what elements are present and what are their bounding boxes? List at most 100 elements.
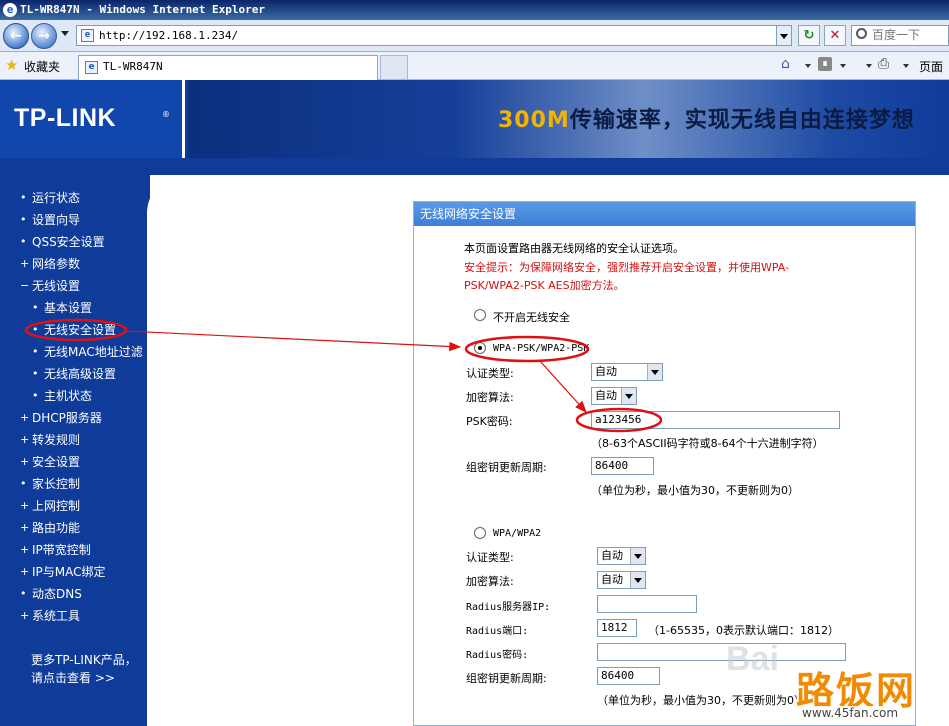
psk-renew-input[interactable]: 86400 <box>591 457 654 475</box>
sidebar-item-16[interactable]: + IP带宽控制 <box>20 539 143 561</box>
radio-no-security[interactable] <box>474 309 486 321</box>
psk-auth-type-select[interactable]: 自动 <box>591 363 663 381</box>
print-icon[interactable]: ⎙ <box>878 56 889 72</box>
bullet-icon: + <box>20 257 30 270</box>
rss-dropdown-icon[interactable] <box>840 64 846 68</box>
bullet-icon: • <box>20 235 27 248</box>
banner-slogan: 300M传输速率，实现无线自由连接梦想 <box>498 102 915 134</box>
bullet-icon: + <box>20 543 30 556</box>
sidebar-item-4[interactable]: − 无线设置 <box>20 275 143 297</box>
star-icon[interactable]: ★ <box>5 57 18 73</box>
sidebar-item-label: 转发规则 <box>32 433 81 447</box>
refresh-icon[interactable]: ↻ <box>798 25 820 46</box>
chevron-down-icon <box>647 364 662 380</box>
chevron-down-icon <box>630 548 645 564</box>
radius-port-input[interactable]: 1812 <box>597 619 637 637</box>
sidebar-item-2[interactable]: • QSS安全设置 <box>20 231 143 253</box>
home-dropdown-icon[interactable] <box>805 64 811 68</box>
slogan-area: 300M传输速率，实现无线自由连接梦想 <box>188 80 949 158</box>
radio-wpa-enterprise[interactable] <box>474 527 486 539</box>
bullet-icon: • <box>20 587 27 600</box>
sidebar-item-label: 网络参数 <box>32 257 81 271</box>
mail-dropdown-icon[interactable] <box>866 64 872 68</box>
psk-password-label: PSK密码: <box>466 415 513 428</box>
bullet-icon: • <box>20 213 27 226</box>
psk-encryption-label: 加密算法: <box>466 391 514 404</box>
radius-ip-input[interactable] <box>597 595 697 613</box>
more-products-line2: 请点击查看 >> <box>31 671 115 685</box>
sidebar-item-label: 无线设置 <box>32 279 81 293</box>
bullet-icon: − <box>20 279 30 292</box>
sidebar-item-9[interactable]: • 主机状态 <box>20 385 143 407</box>
sidebar-item-1[interactable]: • 设置向导 <box>20 209 143 231</box>
label-no-security: 不开启无线安全 <box>493 311 570 324</box>
search-icon <box>856 28 867 39</box>
wpa-renew-input[interactable]: 86400 <box>597 667 660 685</box>
radius-ip-label: Radius服务器IP: <box>466 602 551 613</box>
psk-encryption-select[interactable]: 自动 <box>591 387 637 405</box>
radius-password-input[interactable] <box>597 643 846 661</box>
bullet-icon: • <box>32 389 39 402</box>
sidebar-item-6[interactable]: • 无线安全设置 <box>20 319 143 341</box>
site-watermark-url: www.45fan.com <box>798 706 903 720</box>
sidebar-item-17[interactable]: + IP与MAC绑定 <box>20 561 143 583</box>
sidebar-item-label: QSS安全设置 <box>32 235 105 249</box>
sidebar-item-19[interactable]: + 系统工具 <box>20 605 143 627</box>
sidebar-item-label: IP带宽控制 <box>32 543 91 557</box>
psk-password-input[interactable]: a123456 <box>591 411 840 429</box>
bullet-icon: + <box>20 455 30 468</box>
sidebar-item-15[interactable]: + 路由功能 <box>20 517 143 539</box>
sidebar-item-14[interactable]: + 上网控制 <box>20 495 143 517</box>
radius-port-label: Radius端口: <box>466 626 529 637</box>
page-menu-button[interactable]: 页面 <box>919 58 943 75</box>
favorites-button[interactable]: 收藏夹 <box>24 58 60 75</box>
search-input[interactable]: 百度一下 <box>851 25 949 46</box>
forward-arrow-icon[interactable]: → <box>31 23 57 49</box>
wpa-auth-type-label: 认证类型: <box>466 551 514 564</box>
tp-link-logo: TP-LINK <box>14 104 117 132</box>
address-url: http://192.168.1.234/ <box>99 29 239 42</box>
site-watermark: 路饭网 www.45fan.com <box>790 660 949 726</box>
bullet-icon: + <box>20 521 30 534</box>
baidu-watermark: Bai <box>726 640 779 678</box>
favorites-bar: ★ 收藏夹 e TL-WR847N ⌂ ∎ ⎙ 页面 <box>0 52 949 80</box>
sidebar-item-label: 无线安全设置 <box>44 323 117 337</box>
sidebar-item-18[interactable]: • 动态DNS <box>20 583 143 605</box>
label-wpa-enterprise: WPA/WPA2 <box>493 528 542 539</box>
print-dropdown-icon[interactable] <box>903 64 909 68</box>
wpa-encryption-select[interactable]: 自动 <box>597 571 646 589</box>
window-title: TL-WR847N - Windows Internet Explorer <box>20 3 266 16</box>
label-wpa-psk: WPA-PSK/WPA2-PSK <box>493 343 590 354</box>
sidebar-item-label: 运行状态 <box>32 191 81 205</box>
bullet-icon: • <box>32 301 39 314</box>
sidebar-item-label: 主机状态 <box>44 389 93 403</box>
psk-auth-type-label: 认证类型: <box>466 367 514 380</box>
more-products-link[interactable]: 更多TP-LINK产品， 请点击查看 >> <box>31 651 137 687</box>
radio-wpa-psk[interactable] <box>474 342 486 354</box>
wpa-auth-type-select[interactable]: 自动 <box>597 547 646 565</box>
chevron-down-icon <box>630 572 645 588</box>
sidebar-item-0[interactable]: • 运行状态 <box>20 187 143 209</box>
sidebar-item-12[interactable]: + 安全设置 <box>20 451 143 473</box>
slogan-text: 传输速率，实现无线自由连接梦想 <box>569 108 915 133</box>
sidebar-item-5[interactable]: • 基本设置 <box>20 297 143 319</box>
sidebar-item-3[interactable]: + 网络参数 <box>20 253 143 275</box>
sidebar-item-7[interactable]: • 无线MAC地址过滤 <box>20 341 143 363</box>
address-dropdown-icon[interactable] <box>776 26 791 45</box>
history-dropdown-icon[interactable] <box>61 31 69 36</box>
tab-router[interactable]: e TL-WR847N <box>78 55 378 80</box>
rss-icon[interactable]: ∎ <box>818 57 832 71</box>
address-input[interactable]: e http://192.168.1.234/ <box>76 25 792 46</box>
sidebar-item-13[interactable]: • 家长控制 <box>20 473 143 495</box>
sidebar-item-8[interactable]: • 无线高级设置 <box>20 363 143 385</box>
security-warning-line1: 安全提示：为保障网络安全，强烈推荐开启安全设置，并使用WPA- <box>464 261 790 274</box>
bullet-icon: • <box>20 191 27 204</box>
sidebar-item-10[interactable]: + DHCP服务器 <box>20 407 143 429</box>
stop-icon[interactable]: ✕ <box>824 25 846 46</box>
chevron-down-icon <box>621 388 636 404</box>
sidebar-item-11[interactable]: + 转发规则 <box>20 429 143 451</box>
new-tab-button[interactable] <box>380 55 408 80</box>
wpa-encryption-label: 加密算法: <box>466 575 514 588</box>
back-arrow-icon[interactable]: ← <box>3 23 29 49</box>
home-icon[interactable]: ⌂ <box>781 56 790 72</box>
